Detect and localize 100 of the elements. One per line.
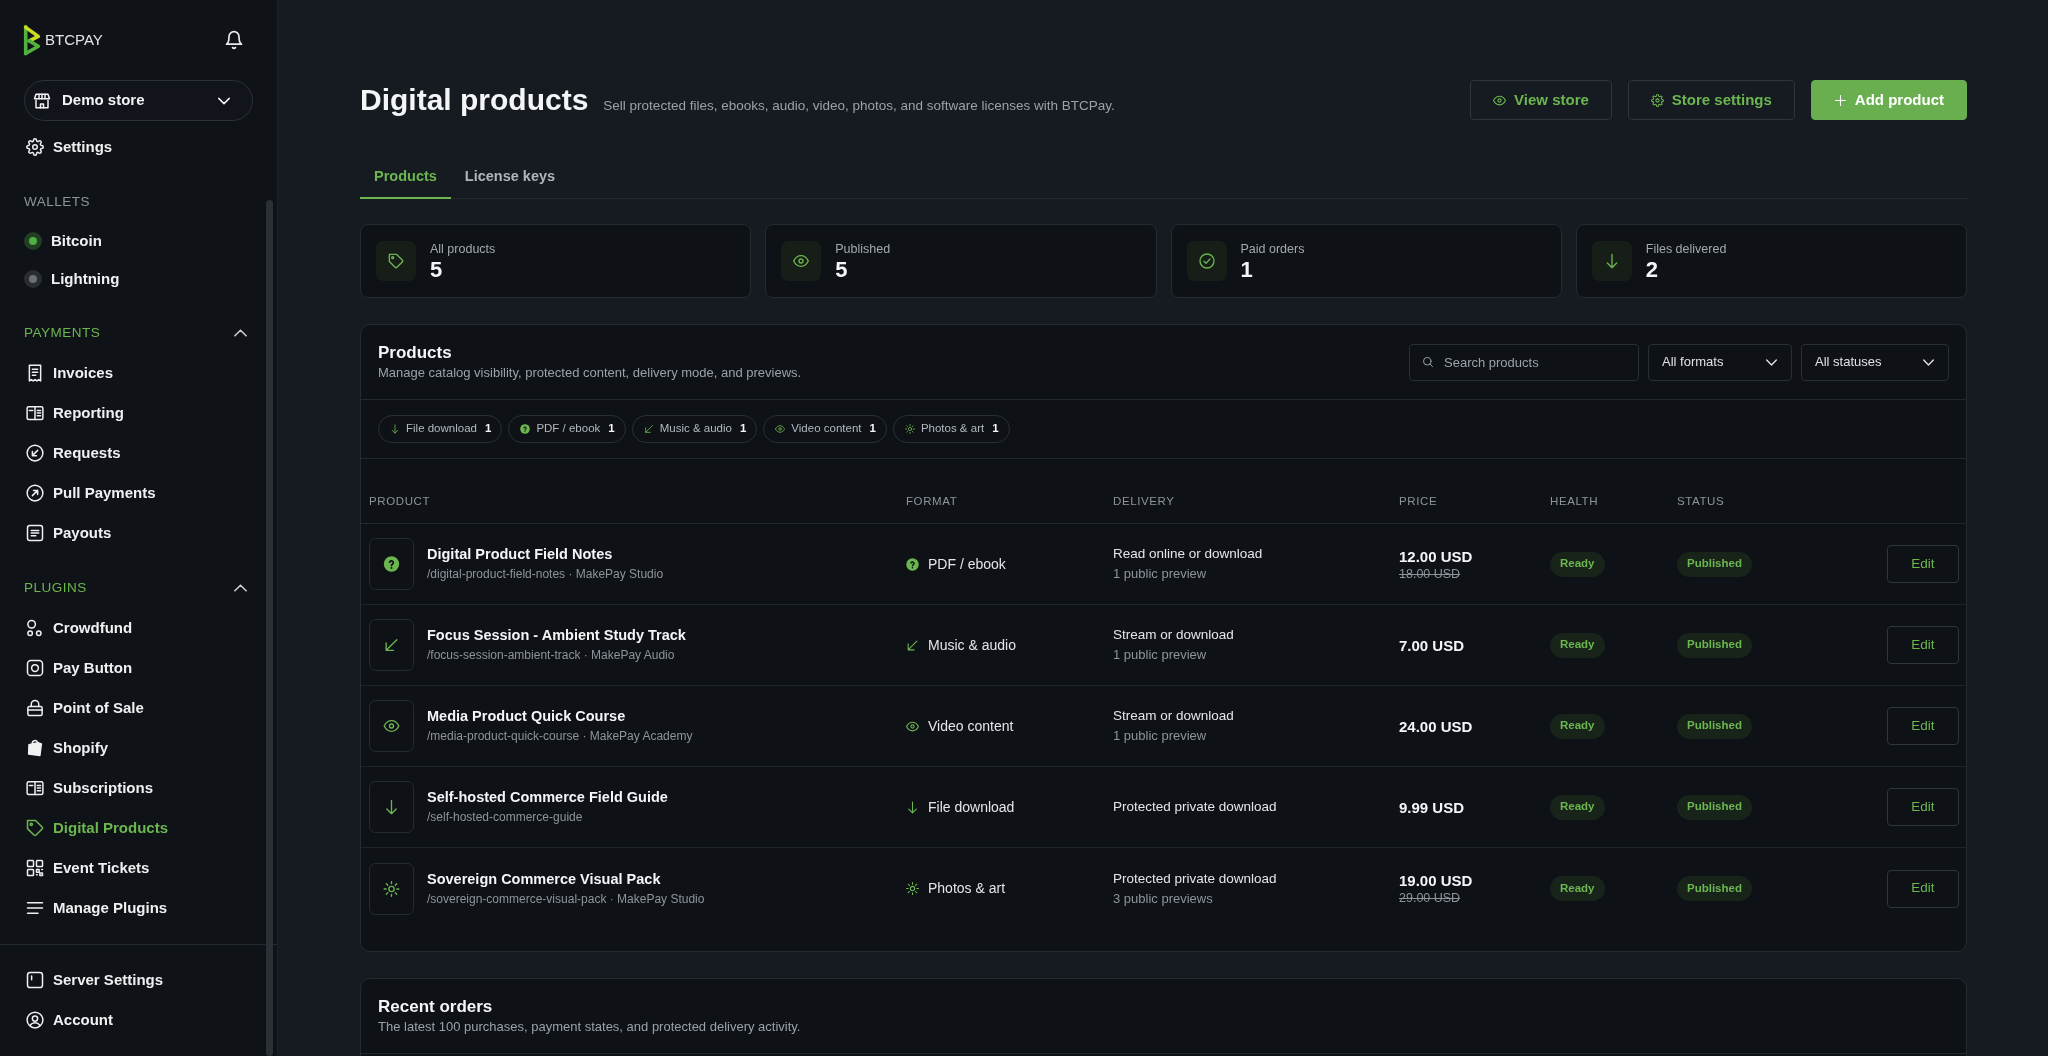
document-icon [26, 524, 44, 542]
user-icon [26, 1011, 44, 1029]
product-path: /self-hosted-commerce-guide [427, 809, 584, 826]
plus-icon [1833, 93, 1847, 107]
gear-icon [1650, 93, 1664, 107]
edit-button[interactable]: Edit [1887, 869, 1959, 908]
bell-icon[interactable] [225, 30, 243, 50]
tag-icon [26, 819, 44, 837]
format-label: Photos & art [928, 879, 1006, 898]
circles-icon [26, 619, 44, 637]
stat-value: 1 [1240, 256, 1254, 282]
nav-item[interactable]: Account [0, 1000, 277, 1040]
nav-item[interactable]: Bitcoin [0, 222, 277, 260]
product-name: Self-hosted Commerce Field Guide [427, 788, 668, 807]
price: 12.00 USD [1399, 546, 1473, 566]
column-header: HEALTH [1550, 493, 1599, 509]
qr-code-icon [26, 859, 44, 877]
preview-count: 1 public preview [1113, 727, 1208, 745]
tab[interactable]: Products [360, 155, 451, 199]
search-icon [1422, 355, 1434, 368]
delivery-mode: Stream or download [1113, 626, 1234, 644]
status-badge: Published [1677, 551, 1752, 577]
logo-text: BTCPAY [45, 29, 103, 50]
product-path: /media-product-quick-course · MakePay Academy [427, 728, 693, 745]
sun-icon [904, 424, 915, 434]
nav-item[interactable]: Reporting [0, 393, 277, 433]
delivery-mode: Protected private download [1113, 798, 1277, 816]
column-header: PRODUCT [369, 493, 431, 509]
scrollbar-thumb[interactable] [266, 200, 273, 1056]
gear-icon [26, 138, 44, 156]
price: 19.00 USD [1399, 871, 1473, 890]
nav-item[interactable]: Point of Sale [0, 688, 277, 728]
section-title: PLUGINS [24, 578, 87, 597]
edit-button[interactable]: Edit [1887, 707, 1959, 745]
stat-label: All products [430, 240, 496, 257]
nav-item[interactable]: Manage Plugins [0, 888, 277, 928]
header-button[interactable]: View store [1470, 80, 1612, 120]
chevron-up-icon[interactable] [234, 584, 247, 592]
tab[interactable]: License keys [450, 155, 570, 199]
chevron-up-icon[interactable] [234, 329, 247, 337]
stat-label: Paid orders [1240, 240, 1305, 257]
nav-item[interactable]: Digital Products [0, 808, 277, 848]
nav-item[interactable]: Event Tickets [0, 848, 277, 888]
preview-count: 1 public preview [1113, 646, 1208, 664]
padlock-icon [26, 699, 44, 717]
dropdown[interactable]: All formats [1648, 343, 1792, 381]
nav-item[interactable]: Requests [0, 433, 277, 473]
nav-item[interactable]: Crowdfund [0, 608, 277, 648]
store-selector[interactable]: Demo store [24, 80, 253, 121]
chevron-down-icon [1923, 358, 1934, 366]
nav-item[interactable]: Settings [0, 127, 277, 167]
product-path: /digital-product-field-notes · MakePay Studio [427, 566, 664, 583]
preview-count: 1 public preview [1113, 565, 1208, 583]
page-title: Digital products [360, 82, 589, 118]
eye-icon [775, 424, 786, 434]
section-title: PAYMENTS [24, 323, 101, 342]
nav-item[interactable]: Pay Button [0, 648, 277, 688]
nav-item[interactable]: Server Settings [0, 960, 277, 1000]
sun-icon [369, 862, 414, 915]
arrow-down-left-icon [643, 424, 654, 434]
arrow-down-icon [1591, 241, 1632, 281]
health-badge: Ready [1550, 876, 1605, 901]
delivery-mode: Stream or download [1113, 707, 1234, 725]
column-header: STATUS [1677, 493, 1725, 509]
format-label: Music & audio [928, 635, 1016, 655]
eye-icon [1493, 93, 1507, 107]
delivery-mode: Read online or download [1113, 545, 1263, 563]
question-circle-icon [520, 424, 531, 434]
health-badge: Ready [1550, 632, 1605, 658]
search-field[interactable]: Search products [1409, 343, 1639, 381]
product-name: Digital Product Field Notes [427, 545, 614, 564]
edit-button[interactable]: Edit [1887, 545, 1959, 583]
eye-icon [369, 700, 414, 752]
health-badge: Ready [1550, 794, 1605, 820]
nav-item[interactable]: Shopify [0, 728, 277, 768]
format-label: File download [928, 797, 1015, 817]
edit-button[interactable]: Edit [1887, 788, 1959, 826]
nav-item[interactable]: Payouts [0, 513, 277, 553]
column-header: FORMAT [906, 493, 958, 509]
arrow-down-icon [906, 800, 919, 814]
menu-icon [26, 899, 44, 917]
nav-item[interactable]: Invoices [0, 353, 277, 393]
format-label: PDF / ebook [928, 554, 1006, 574]
eye-icon [781, 241, 822, 281]
arrow-down-left-icon [369, 619, 414, 671]
arrow-down-icon [390, 424, 400, 434]
nav-item[interactable]: Lightning [0, 260, 277, 298]
header-button[interactable]: Store settings [1627, 80, 1795, 120]
nav-item[interactable]: Pull Payments [0, 473, 277, 513]
original-price: 29.00 USD [1399, 890, 1462, 906]
price: 9.99 USD [1399, 797, 1465, 817]
window-icon [26, 971, 44, 989]
nav-item[interactable]: Subscriptions [0, 768, 277, 808]
product-name: Media Product Quick Course [427, 707, 627, 726]
product-name: Sovereign Commerce Visual Pack [427, 869, 662, 889]
panel-title: Recent orders [378, 996, 494, 1018]
edit-button[interactable]: Edit [1887, 626, 1959, 664]
dropdown[interactable]: All statuses [1801, 343, 1949, 381]
column-header: DELIVERY [1113, 493, 1175, 509]
book-icon [26, 404, 44, 422]
